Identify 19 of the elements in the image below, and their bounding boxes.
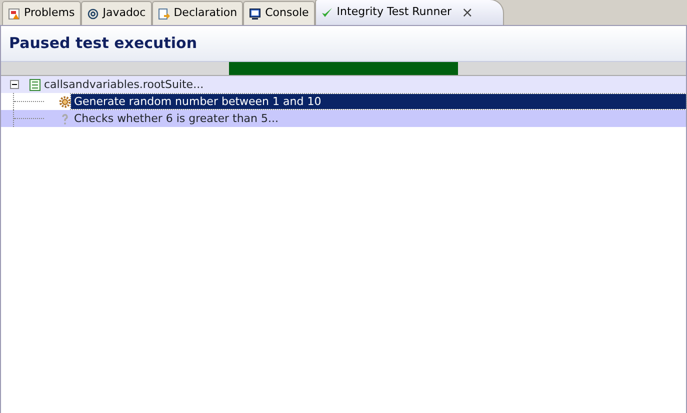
view-title: Paused test execution [9, 33, 198, 54]
gear-icon [59, 96, 71, 108]
checkmark-icon [320, 6, 333, 18]
tree-item-label: Generate random number between 1 and 10 [71, 94, 686, 109]
tree-row[interactable]: Checks whether 6 is greater than 5... [1, 110, 686, 127]
tab[interactable]: Javadoc [80, 1, 152, 25]
tree-item-label: callsandvariables.rootSuite... [43, 77, 205, 92]
warning-list-icon [8, 8, 20, 20]
question-mark-icon [59, 112, 71, 124]
list-document-icon [29, 78, 41, 90]
tree-row[interactable]: callsandvariables.rootSuite... [1, 76, 686, 93]
tab[interactable]: Problems [2, 1, 81, 25]
tree-item-label: Checks whether 6 is greater than 5... [73, 111, 280, 126]
collapse-icon[interactable] [10, 80, 19, 89]
tab[interactable]: Console [243, 1, 315, 25]
close-button[interactable]: × [462, 6, 474, 20]
monitor-icon [249, 8, 262, 20]
tab[interactable]: Integrity Test Runner × [314, 0, 504, 25]
tab[interactable]: Declaration [152, 1, 244, 25]
